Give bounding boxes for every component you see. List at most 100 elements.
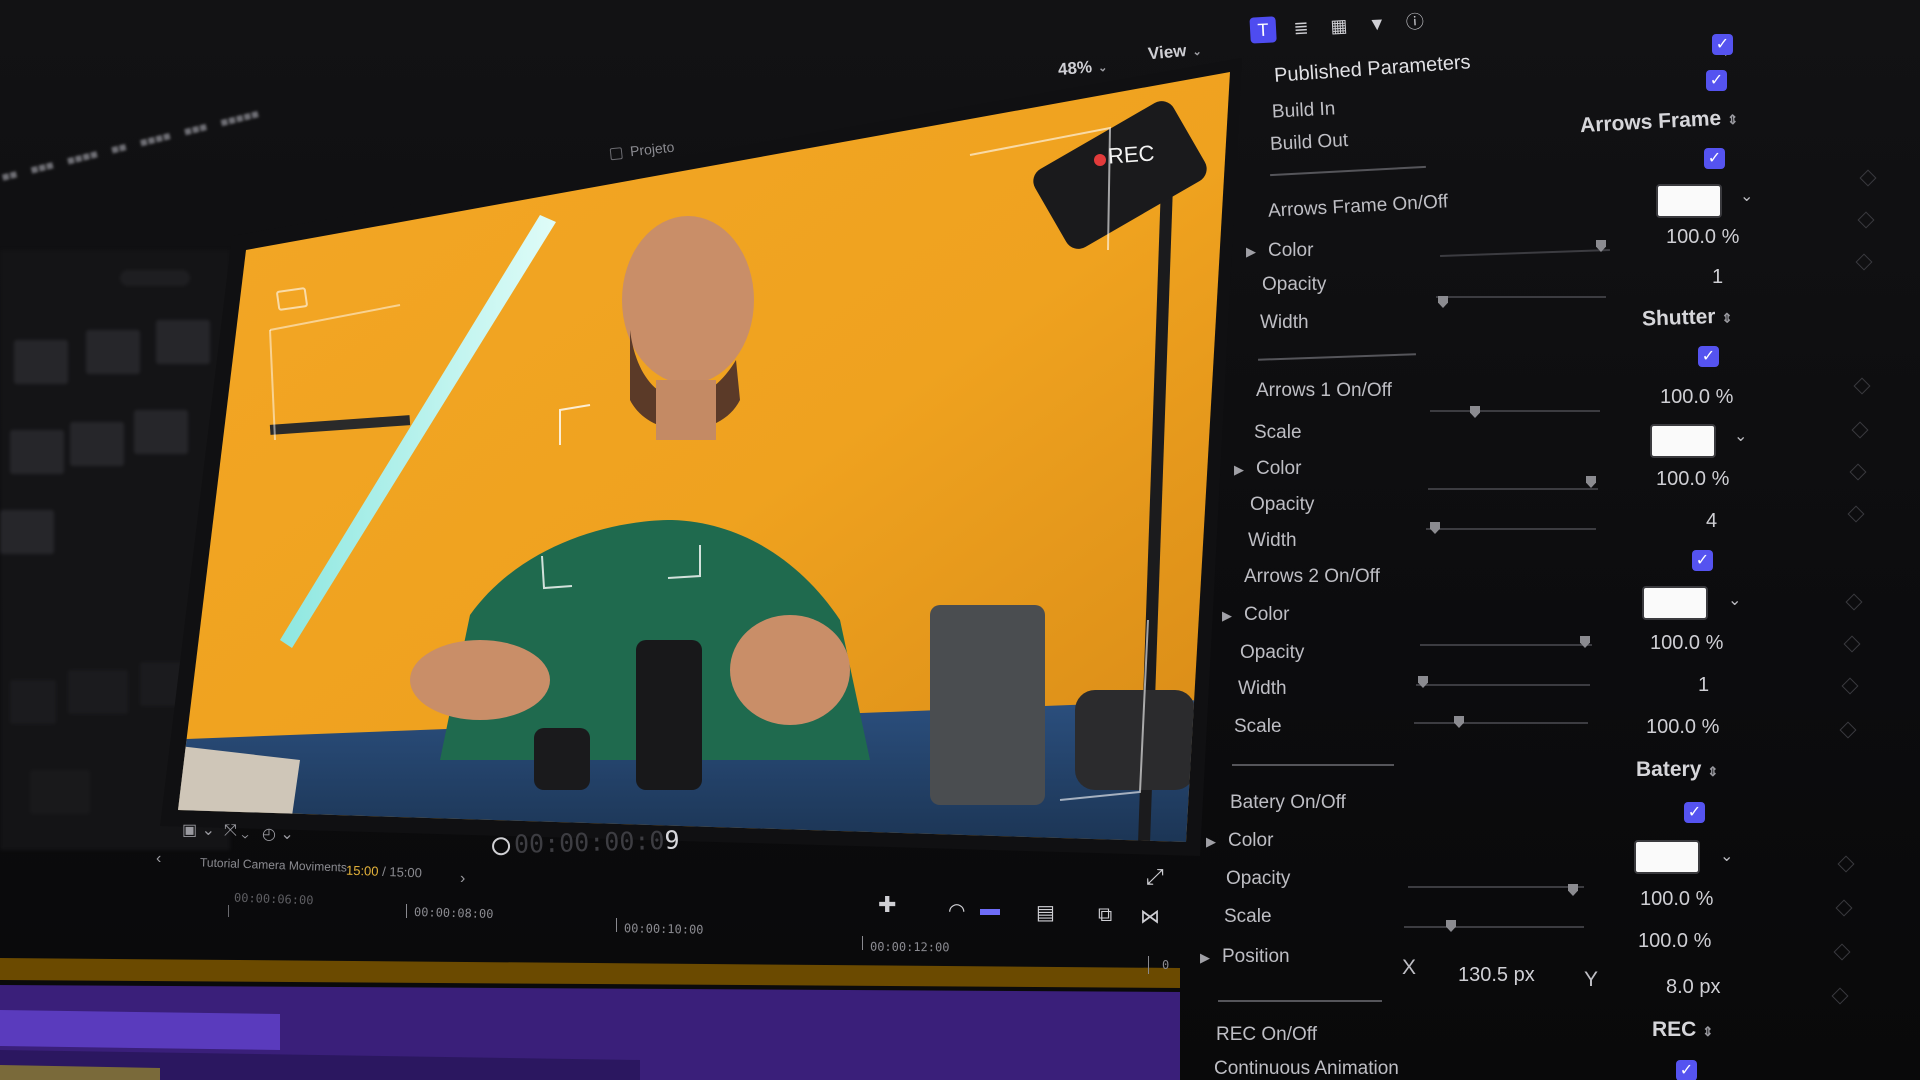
disclosure-triangle-icon[interactable]: ▶ xyxy=(1200,950,1210,965)
disclosure-triangle-icon[interactable]: ▶ xyxy=(1234,462,1244,477)
text-inspector-icon[interactable]: ≣ xyxy=(1287,14,1314,41)
duration-current: 15:00 xyxy=(345,862,379,879)
forward-arrow-icon[interactable]: › xyxy=(460,870,465,888)
arrows-frame-checkbox[interactable]: ✓ xyxy=(1704,148,1725,169)
published-params-checkbox-2[interactable]: ✓ xyxy=(1706,70,1727,91)
gimbal xyxy=(1075,690,1195,790)
timeline-clip-highlight[interactable] xyxy=(0,1010,280,1050)
param-label: REC On/Off xyxy=(1216,1024,1318,1045)
disclosure-triangle-icon[interactable]: ▶ xyxy=(1222,608,1232,623)
ruler-tick xyxy=(1148,956,1149,974)
title-inspector-icon[interactable]: T xyxy=(1249,16,1277,44)
value-number: 100.0 xyxy=(1660,386,1711,408)
slider-track[interactable] xyxy=(1420,644,1592,646)
ruler-tick xyxy=(616,918,617,932)
slider-track[interactable] xyxy=(1414,722,1588,724)
filter-icon[interactable]: ▼ xyxy=(1363,10,1390,37)
value-unit: % xyxy=(1701,716,1720,738)
param-value[interactable]: 100.0 % xyxy=(1640,888,1713,911)
chevron-down-icon[interactable]: ⌄ xyxy=(1720,846,1733,866)
value-unit: % xyxy=(1711,468,1730,490)
timecode-display[interactable]: 00:00:00:09 xyxy=(491,825,680,860)
timecode-dim: 00:00:00:0 xyxy=(513,825,665,859)
param-value[interactable]: 1 xyxy=(1712,266,1723,289)
group-name: REC xyxy=(1652,1018,1697,1041)
published-params-checkbox[interactable]: ✓ xyxy=(1712,34,1733,55)
timeline-audio-strip xyxy=(0,958,1180,988)
group-popup-rec[interactable]: REC ⇕ xyxy=(1652,1018,1713,1042)
value-unit: % xyxy=(1693,930,1712,952)
effects-browser-icon[interactable]: ⧉ xyxy=(1098,904,1112,927)
updown-icon: ⇕ xyxy=(1707,764,1719,779)
slider-track[interactable] xyxy=(1430,410,1600,412)
value-number: 100.0 xyxy=(1638,930,1689,952)
speed-tool-icon[interactable]: ◴ ⌄ xyxy=(262,824,294,844)
param-label: ▶ Position xyxy=(1200,946,1290,968)
param-value[interactable]: 1 xyxy=(1698,674,1709,697)
clip-appearance-icon[interactable]: ▤ xyxy=(1036,900,1055,925)
build-in-label: Build In xyxy=(1271,98,1336,123)
slider-track[interactable] xyxy=(1408,886,1584,888)
arrows-2-checkbox[interactable]: ✓ xyxy=(1692,550,1713,571)
group-popup-batery[interactable]: Batery ⇕ xyxy=(1636,758,1718,782)
ruler-tick xyxy=(406,904,407,918)
chevron-down-icon[interactable]: ⌄ xyxy=(1734,426,1747,446)
person-head xyxy=(622,216,754,384)
color-swatch[interactable] xyxy=(1656,184,1722,218)
group-name: Shutter xyxy=(1641,305,1716,331)
headphones-icon[interactable]: ◠ xyxy=(948,898,965,923)
group-popup-shutter[interactable]: Shutter ⇕ xyxy=(1642,304,1733,331)
value-unit: % xyxy=(1695,888,1714,910)
param-label: Width xyxy=(1260,312,1309,333)
param-label: Scale xyxy=(1224,906,1272,927)
value-number: 100.0 xyxy=(1646,716,1697,738)
color-swatch[interactable] xyxy=(1634,840,1700,874)
disclosure-triangle-icon[interactable]: ▶ xyxy=(1246,244,1256,259)
play-icon[interactable] xyxy=(491,836,511,856)
chevron-down-icon[interactable]: ⌄ xyxy=(1740,186,1753,206)
param-value[interactable]: 100.0 % xyxy=(1666,226,1739,249)
color-swatch[interactable] xyxy=(1650,424,1716,458)
rec-overlay-label: REC xyxy=(1107,140,1156,169)
param-value[interactable]: 100.0 % xyxy=(1646,716,1719,739)
value-number: 100.0 xyxy=(1650,632,1701,654)
updown-icon: ⇕ xyxy=(1726,111,1739,128)
param-value[interactable]: 4 xyxy=(1706,510,1717,533)
fullscreen-icon[interactable]: ⤢ xyxy=(1146,864,1164,890)
param-label: Arrows 2 On/Off xyxy=(1244,566,1380,587)
slider-track[interactable] xyxy=(1416,684,1590,686)
person-hand-left xyxy=(410,640,550,720)
build-out-label: Build Out xyxy=(1269,129,1349,156)
param-value[interactable]: 100.0 % xyxy=(1650,632,1723,655)
view-options-icon[interactable]: ▣ ⌄ xyxy=(182,820,215,840)
param-label: Scale xyxy=(1254,422,1302,443)
batery-checkbox[interactable]: ✓ xyxy=(1684,802,1705,823)
info-icon[interactable]: ⓘ xyxy=(1401,8,1428,35)
disclosure-triangle-icon[interactable]: ▶ xyxy=(1206,834,1216,849)
video-inspector-icon[interactable]: ▦ xyxy=(1325,12,1352,39)
position-x-value[interactable]: 130.5 px xyxy=(1458,964,1535,987)
rec-checkbox[interactable]: ✓ xyxy=(1676,1060,1697,1080)
param-value[interactable]: 100.0 % xyxy=(1638,930,1711,953)
slider-track[interactable] xyxy=(1436,296,1606,298)
add-clip-icon[interactable]: ✚ xyxy=(878,892,896,918)
chevron-down-icon[interactable]: ⌄ xyxy=(1728,590,1741,610)
snapping-icon[interactable]: ▬ xyxy=(980,898,1000,921)
param-value[interactable]: 100.0 % xyxy=(1656,468,1729,491)
slider-track[interactable] xyxy=(1404,926,1584,928)
param-label-text: Color xyxy=(1228,830,1274,851)
arrows-1-checkbox[interactable]: ✓ xyxy=(1698,346,1719,367)
color-swatch[interactable] xyxy=(1642,586,1708,620)
param-value[interactable]: 100.0 % xyxy=(1660,386,1733,409)
value-number: 100.0 xyxy=(1666,226,1717,248)
position-y-value[interactable]: 8.0 px xyxy=(1666,976,1720,999)
updown-icon: ⇕ xyxy=(1721,310,1733,326)
slider-track[interactable] xyxy=(1428,488,1598,490)
transitions-icon[interactable]: ⋈ xyxy=(1140,904,1160,929)
value-number: 100.0 xyxy=(1640,888,1691,910)
transform-tool-icon[interactable]: ⤧ ⌄ xyxy=(224,822,249,840)
back-arrow-icon[interactable]: ‹ xyxy=(156,850,161,868)
person-neck xyxy=(656,380,716,440)
value-number: 100.0 xyxy=(1656,468,1707,490)
slider-track[interactable] xyxy=(1426,528,1596,530)
